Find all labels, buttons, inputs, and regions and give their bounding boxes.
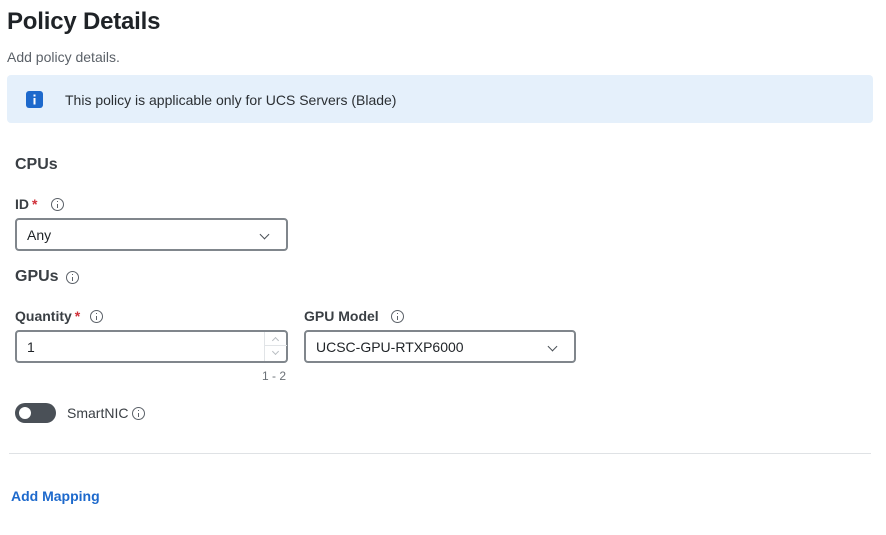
- info-banner: This policy is applicable only for UCS S…: [7, 75, 873, 123]
- section-divider: [9, 453, 871, 454]
- chevron-down-icon: [259, 229, 270, 240]
- smartnic-toggle[interactable]: [15, 403, 56, 423]
- info-circle-icon[interactable]: [132, 406, 146, 420]
- toggle-knob: [19, 407, 31, 419]
- gpu-quantity-value: 1: [27, 338, 35, 355]
- chevron-down-icon: [547, 341, 558, 352]
- stepper-up-icon[interactable]: [265, 332, 287, 346]
- gpu-model-select-value: UCSC-GPU-RTXP6000: [316, 338, 464, 355]
- smartnic-label: SmartNIC: [67, 404, 146, 422]
- gpus-section-title: GPUs: [15, 268, 79, 286]
- cpu-id-select[interactable]: Any: [15, 218, 288, 251]
- cpus-section-title: CPUs: [15, 156, 58, 173]
- required-marker: *: [32, 196, 38, 212]
- page-subtitle: Add policy details.: [7, 49, 120, 65]
- gpu-quantity-label: Quantity *: [15, 307, 104, 325]
- info-circle-icon[interactable]: [51, 197, 65, 211]
- smartnic-label-text: SmartNIC: [67, 405, 129, 421]
- gpu-quantity-input[interactable]: 1: [15, 330, 288, 363]
- gpus-section-title-text: GPUs: [15, 268, 59, 285]
- required-marker: *: [74, 308, 81, 324]
- cpu-id-select-value: Any: [27, 226, 52, 243]
- gpu-model-label-text: GPU Model: [304, 308, 379, 324]
- cpu-id-label-text: ID: [15, 196, 29, 212]
- info-banner-text: This policy is applicable only for UCS S…: [65, 92, 397, 108]
- info-circle-icon[interactable]: [90, 309, 104, 323]
- gpu-quantity-label-text: Quantity: [15, 308, 72, 324]
- info-circle-icon[interactable]: [390, 309, 404, 323]
- gpu-model-label: GPU Model: [304, 307, 404, 325]
- page-title: Policy Details: [7, 8, 161, 35]
- add-mapping-link[interactable]: Add Mapping: [11, 487, 100, 505]
- info-icon: [26, 91, 43, 108]
- policy-details-page: Policy Details Add policy details. This …: [0, 0, 886, 535]
- gpu-model-select[interactable]: UCSC-GPU-RTXP6000: [304, 330, 576, 363]
- info-circle-icon[interactable]: [65, 270, 79, 284]
- cpu-id-label: ID *: [15, 195, 65, 213]
- stepper-down-icon[interactable]: [265, 346, 287, 360]
- quantity-stepper[interactable]: [264, 332, 287, 361]
- quantity-range-hint: 1 - 2: [262, 369, 287, 383]
